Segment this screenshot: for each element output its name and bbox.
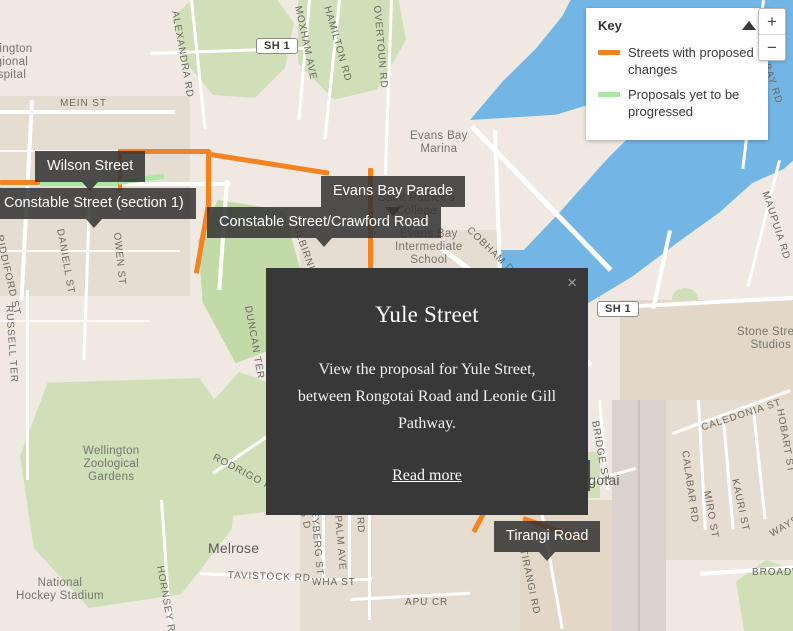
marker-pointer bbox=[85, 219, 102, 228]
street-marker-label: Constable Street (section 1) bbox=[4, 195, 184, 211]
zoom-out-button[interactable]: − bbox=[759, 34, 785, 60]
key-item: Streets with proposed changes bbox=[598, 44, 756, 78]
street-marker[interactable]: Wilson Street bbox=[35, 151, 146, 191]
road-mein-st bbox=[0, 110, 175, 114]
marker-pointer bbox=[315, 238, 332, 247]
zoom-control: + − bbox=[758, 8, 786, 61]
triangle-up-icon[interactable] bbox=[742, 21, 756, 30]
key-item-label: Proposals yet to be progressed bbox=[628, 87, 740, 119]
legend-swatch-orange bbox=[598, 50, 620, 55]
route-shield: SH 1 bbox=[597, 301, 640, 317]
street-marker[interactable]: Tirangi Road bbox=[494, 521, 601, 561]
popup-title: Yule Street bbox=[375, 302, 479, 327]
street-proposal-popup: × Yule Street View the proposal for Yule… bbox=[266, 268, 588, 515]
green-town-belt-north bbox=[174, 0, 294, 98]
airport-runway-centreline bbox=[638, 400, 640, 631]
street-marker[interactable]: Constable Street/Crawford Road bbox=[207, 207, 441, 247]
road-minor-newtown-3 bbox=[0, 320, 150, 322]
map-poi-label: Wellington Regional Hospital bbox=[0, 43, 33, 81]
marker-pointer bbox=[539, 552, 556, 561]
street-marker[interactable]: Constable Street (section 1) bbox=[0, 188, 196, 228]
route-shield: SH 1 bbox=[256, 38, 299, 54]
route-crawford-descent[interactable] bbox=[206, 150, 211, 208]
legend-swatch-green bbox=[598, 92, 620, 97]
sand-miramar-flat bbox=[620, 300, 793, 400]
key-item: Proposals yet to be progressed bbox=[598, 86, 756, 120]
street-marker-label: Constable Street/Crawford Road bbox=[219, 214, 429, 230]
map-poi-label: Evans Bay Marina bbox=[410, 130, 468, 155]
street-marker-label: Tirangi Road bbox=[506, 528, 589, 544]
key-panel-header: Key bbox=[598, 18, 756, 33]
route-constable-mid[interactable] bbox=[210, 152, 330, 176]
popup-description: View the proposal for Yule Street, betwe… bbox=[297, 361, 557, 432]
street-marker-label: Wilson Street bbox=[47, 158, 134, 174]
route-constable-west[interactable] bbox=[0, 180, 40, 185]
close-icon[interactable]: × bbox=[567, 274, 577, 291]
street-marker-label: Evans Bay Parade bbox=[333, 183, 454, 199]
street-marker[interactable]: Evans Bay Parade bbox=[321, 176, 466, 216]
key-panel-items: Streets with proposed changes Proposals y… bbox=[598, 44, 756, 120]
read-more-link[interactable]: Read more bbox=[392, 467, 462, 484]
road-minor-newtown-2 bbox=[0, 250, 180, 252]
key-panel: Key Streets with proposed changes Proposa… bbox=[586, 8, 768, 140]
map-application: MelroseLyall BayRongotai Wellington Zool… bbox=[0, 0, 793, 631]
road-russell-ter bbox=[26, 290, 29, 480]
key-panel-title: Key bbox=[598, 18, 622, 33]
key-item-label: Streets with proposed changes bbox=[628, 45, 754, 77]
zoom-in-button[interactable]: + bbox=[759, 9, 785, 34]
map-street-label: RUSSELL TER bbox=[3, 305, 20, 384]
